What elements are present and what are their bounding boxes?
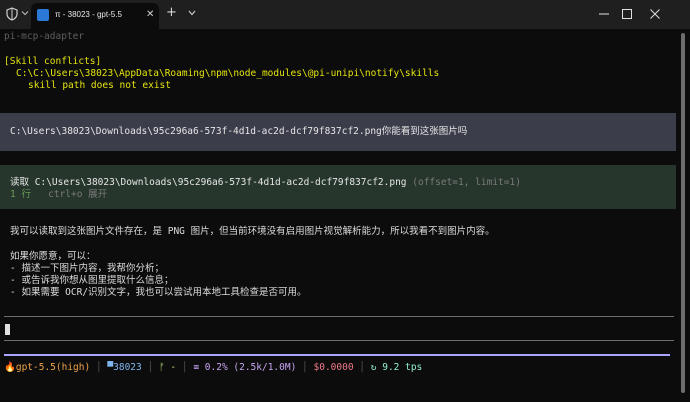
assistant-line-1: 我可以读取到这张图片文件存在，是 PNG 图片，但当前环境没有启用图片视觉解析能…	[10, 226, 495, 237]
user-message: C:\Users\38023\Downloads\95c296a6-573f-4…	[10, 126, 468, 137]
flame-icon: 🔥	[4, 362, 16, 373]
branch-icon: ᚠ	[158, 362, 165, 373]
tab-title: π - 38023 - gpt-5.5	[55, 10, 122, 19]
tab-dropdown-icon[interactable]	[188, 10, 196, 16]
scrollbar-thumb[interactable]	[681, 33, 685, 393]
chevron-down-icon[interactable]	[21, 9, 29, 17]
branch-label: -	[170, 362, 177, 373]
speed-icon: ↻	[370, 362, 377, 373]
terminal-icon	[37, 9, 49, 21]
shield-icon[interactable]	[5, 7, 19, 21]
tool-call-result-line: 1 行 ctrl+o 展开	[10, 189, 107, 201]
tool-call-block: 读取 C:\Users\38023\Downloads\95c296a6-573…	[0, 165, 676, 209]
assistant-bullet-1: - 描述一下图片内容，我帮你分析；	[10, 263, 164, 274]
separator: │	[302, 362, 308, 373]
separator: │	[181, 362, 188, 373]
close-window-icon[interactable]	[650, 0, 690, 29]
separator: │	[95, 362, 102, 373]
tool-call-lines: 1 行	[10, 189, 31, 200]
status-divider	[4, 354, 670, 356]
separator: │	[359, 362, 366, 373]
input-bottom-divider	[4, 340, 674, 341]
tool-call-hint: ctrl+o 展开	[48, 189, 108, 200]
tool-call-path: C:\Users\38023\Downloads\95c296a6-573f-4…	[34, 177, 407, 188]
new-tab-button[interactable]: +	[166, 6, 177, 20]
status-bar: 🔥gpt-5.5(high) │ ▀38023 │ ᚠ - │ ≡ 0.2% (…	[4, 362, 422, 374]
title-bar: π - 38023 - gpt-5.5 ✕ +	[0, 0, 690, 29]
separator: │	[147, 362, 154, 373]
folder-label: 38023	[113, 362, 142, 373]
skill-conflicts-title: [Skill conflicts]	[4, 56, 102, 67]
assistant-line-2: 如果你愿意，可以：	[10, 251, 96, 262]
user-message-block: C:\Users\38023\Downloads\95c296a6-573f-4…	[0, 113, 676, 151]
tool-call-line: 读取 C:\Users\38023\Downloads\95c296a6-573…	[10, 177, 521, 189]
input-top-divider	[4, 316, 674, 317]
cost-label: $0.0000	[313, 362, 354, 373]
skill-conflicts-path: C:\C:\Users\38023\AppData\Roaming\npm\no…	[16, 68, 440, 79]
tool-call-args: (offset=1, limit=1)	[412, 177, 521, 188]
assistant-bullet-3: - 如果需要 OCR/识别文字，我也可以尝试用本地工具检查是否可用。	[10, 287, 307, 298]
tab-terminal[interactable]: π - 38023 - gpt-5.5 ✕	[31, 3, 159, 29]
assistant-bullet-2: - 或告诉我你想从图里提取什么信息；	[10, 275, 174, 286]
skill-conflicts-message: skill path does not exist	[28, 80, 171, 91]
context-label: 0.2% (2.5k/1.0M)	[204, 362, 297, 373]
terminal-header: pi-mcp-adapter	[4, 31, 85, 42]
database-icon: ≡	[193, 362, 200, 373]
model-label: gpt-5.5(high)	[15, 362, 91, 373]
tool-call-verb: 读取	[10, 177, 30, 188]
input-cursor[interactable]	[5, 324, 10, 335]
close-tab-icon[interactable]: ✕	[146, 10, 154, 20]
speed-label: 9.2 tps	[382, 362, 423, 373]
